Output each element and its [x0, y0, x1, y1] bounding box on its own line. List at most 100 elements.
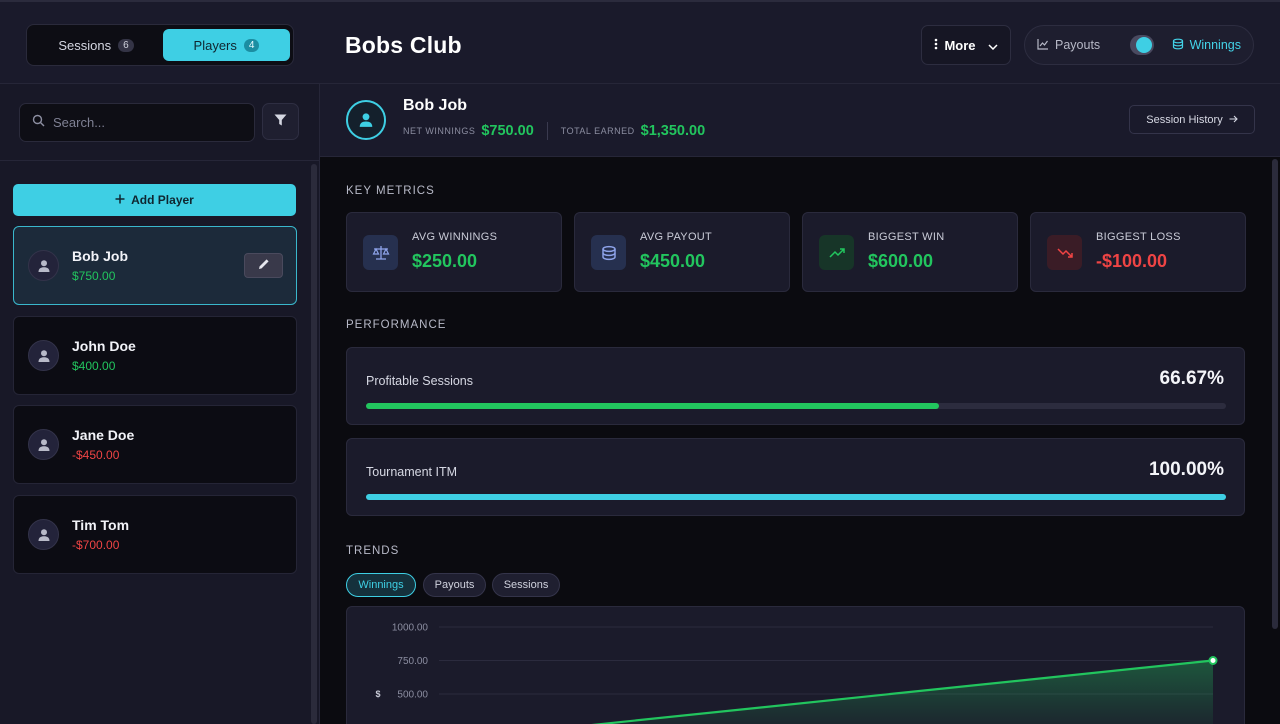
perf-value: 100.00% [1148, 459, 1224, 480]
page-title: Bobs Club [345, 32, 462, 58]
pencil-icon [258, 257, 270, 275]
coins-icon [591, 235, 626, 270]
metric-value: -$100.00 [1096, 251, 1168, 271]
user-icon [346, 100, 386, 140]
perf-profitable-sessions: Profitable Sessions 66.67% [346, 347, 1245, 425]
more-button[interactable]: More [921, 25, 1011, 65]
user-icon [28, 429, 59, 460]
trend-tab-sessions[interactable]: Sessions [492, 573, 560, 597]
perf-label: Profitable Sessions [366, 374, 474, 388]
toggle-payouts[interactable]: Payouts [1037, 38, 1100, 53]
perf-value: 66.67% [1159, 368, 1224, 389]
trending-up-icon [819, 235, 854, 270]
player-name: Bob Job [72, 248, 128, 264]
session-history-label: Session History [1146, 113, 1223, 126]
data-point[interactable] [1208, 656, 1218, 665]
tab-players[interactable]: Players 4 [163, 29, 290, 61]
search-box [19, 103, 255, 142]
series-area [601, 660, 1213, 724]
user-icon [28, 519, 59, 550]
tab-sessions[interactable]: Sessions 6 [31, 29, 161, 61]
player-amount: -$700.00 [72, 538, 120, 552]
player-card-bob-job[interactable]: Bob Job $750.00 [13, 226, 297, 305]
switch-knob [1135, 37, 1152, 53]
search-row [0, 84, 319, 161]
trends-title: TRENDS [346, 545, 400, 557]
total-earned-label: TOTAL EARNED [560, 126, 635, 136]
more-label: More [944, 37, 976, 53]
player-header: Bob Job NET WINNINGS $750.00 TOTAL EARNE… [320, 84, 1280, 157]
y-axis-label: $ [375, 689, 380, 699]
player-amount: -$450.00 [72, 448, 120, 462]
performance-title: PERFORMANCE [346, 319, 447, 331]
main-content: KEY METRICS AVG WINNINGS $250.00 AVG PAY… [320, 157, 1280, 724]
toggle-payouts-label: Payouts [1055, 38, 1101, 52]
metric-avg-winnings: AVG WINNINGS $250.00 [346, 212, 562, 292]
session-history-button[interactable]: Session History [1129, 105, 1255, 134]
player-amount: $400.00 [72, 359, 116, 373]
toggle-winnings-label: Winnings [1189, 38, 1241, 52]
progress-track [366, 403, 1226, 409]
trend-tab-winnings[interactable]: Winnings [346, 573, 416, 597]
coins-icon [1172, 38, 1184, 53]
y-tick-label: 750.00 [397, 656, 428, 667]
net-winnings-value: $750.00 [481, 123, 534, 139]
top-bar: Sessions 6 Players 4 Bobs Club More Payo… [0, 0, 1280, 84]
tab-sessions-label: Sessions [58, 37, 112, 53]
metric-label: AVG PAYOUT [640, 231, 713, 243]
add-player-button[interactable]: Add Player [13, 184, 296, 216]
metric-biggest-win: BIGGEST WIN $600.00 [802, 212, 1018, 292]
user-icon [28, 250, 59, 281]
stat-divider [546, 122, 548, 140]
y-tick-label: 500.00 [397, 690, 428, 701]
filter-button[interactable] [262, 103, 299, 140]
metric-value: $250.00 [412, 251, 478, 271]
player-name: Jane Doe [72, 427, 135, 443]
trend-chart-svg: 1000.00 750.00 500.00 $ [375, 623, 1218, 724]
player-card-john-doe[interactable]: John Doe $400.00 [13, 316, 297, 395]
players-count-badge: 4 [243, 38, 260, 52]
total-earned-value: $1,350.00 [640, 123, 706, 139]
filter-icon [274, 113, 287, 131]
search-icon [32, 114, 45, 132]
player-stats: NET WINNINGS $750.00 TOTAL EARNED $1,350… [403, 122, 705, 140]
scale-icon [363, 235, 398, 270]
user-icon [28, 340, 59, 371]
trend-chart: 1000.00 750.00 500.00 $ [346, 606, 1245, 724]
player-name: John Doe [72, 338, 136, 354]
player-card-tim-tom[interactable]: Tim Tom -$700.00 [13, 495, 297, 574]
metric-label: BIGGEST WIN [868, 231, 945, 243]
toggle-winnings[interactable]: Winnings [1172, 38, 1241, 53]
metric-biggest-loss: BIGGEST LOSS -$100.00 [1030, 212, 1246, 292]
player-card-jane-doe[interactable]: Jane Doe -$450.00 [13, 405, 297, 484]
sidebar-scrollbar[interactable] [311, 164, 317, 724]
key-metrics-title: KEY METRICS [346, 185, 435, 197]
progress-track [366, 494, 1226, 500]
search-input[interactable] [53, 115, 233, 130]
player-detail-name: Bob Job [403, 97, 467, 114]
trending-down-icon [1047, 235, 1082, 270]
perf-tournament-itm: Tournament ITM 100.00% [346, 438, 1245, 516]
edit-player-button[interactable] [244, 253, 283, 278]
progress-fill [366, 403, 940, 409]
perf-label: Tournament ITM [366, 465, 458, 479]
main-scrollbar[interactable] [1272, 159, 1278, 629]
trend-tab-payouts[interactable]: Payouts [423, 573, 486, 597]
arrow-right-icon [1229, 114, 1238, 126]
line-chart-icon [1037, 38, 1049, 53]
add-player-label: Add Player [131, 193, 194, 207]
net-winnings-label: NET WINNINGS [403, 126, 476, 136]
metric-label: BIGGEST LOSS [1096, 231, 1181, 243]
progress-fill [366, 494, 1226, 500]
player-amount: $750.00 [72, 269, 116, 283]
metric-value: $600.00 [868, 251, 934, 271]
y-tick-label: 1000.00 [392, 623, 429, 634]
plus-icon [115, 193, 125, 207]
chevron-down-icon [988, 38, 998, 53]
metric-avg-payout: AVG PAYOUT $450.00 [574, 212, 790, 292]
mode-switch[interactable] [1130, 35, 1154, 55]
player-name: Tim Tom [72, 517, 130, 533]
more-vertical-icon [934, 38, 938, 53]
chart-mode-toggle: Payouts Winnings [1024, 25, 1254, 65]
metric-label: AVG WINNINGS [412, 231, 498, 243]
